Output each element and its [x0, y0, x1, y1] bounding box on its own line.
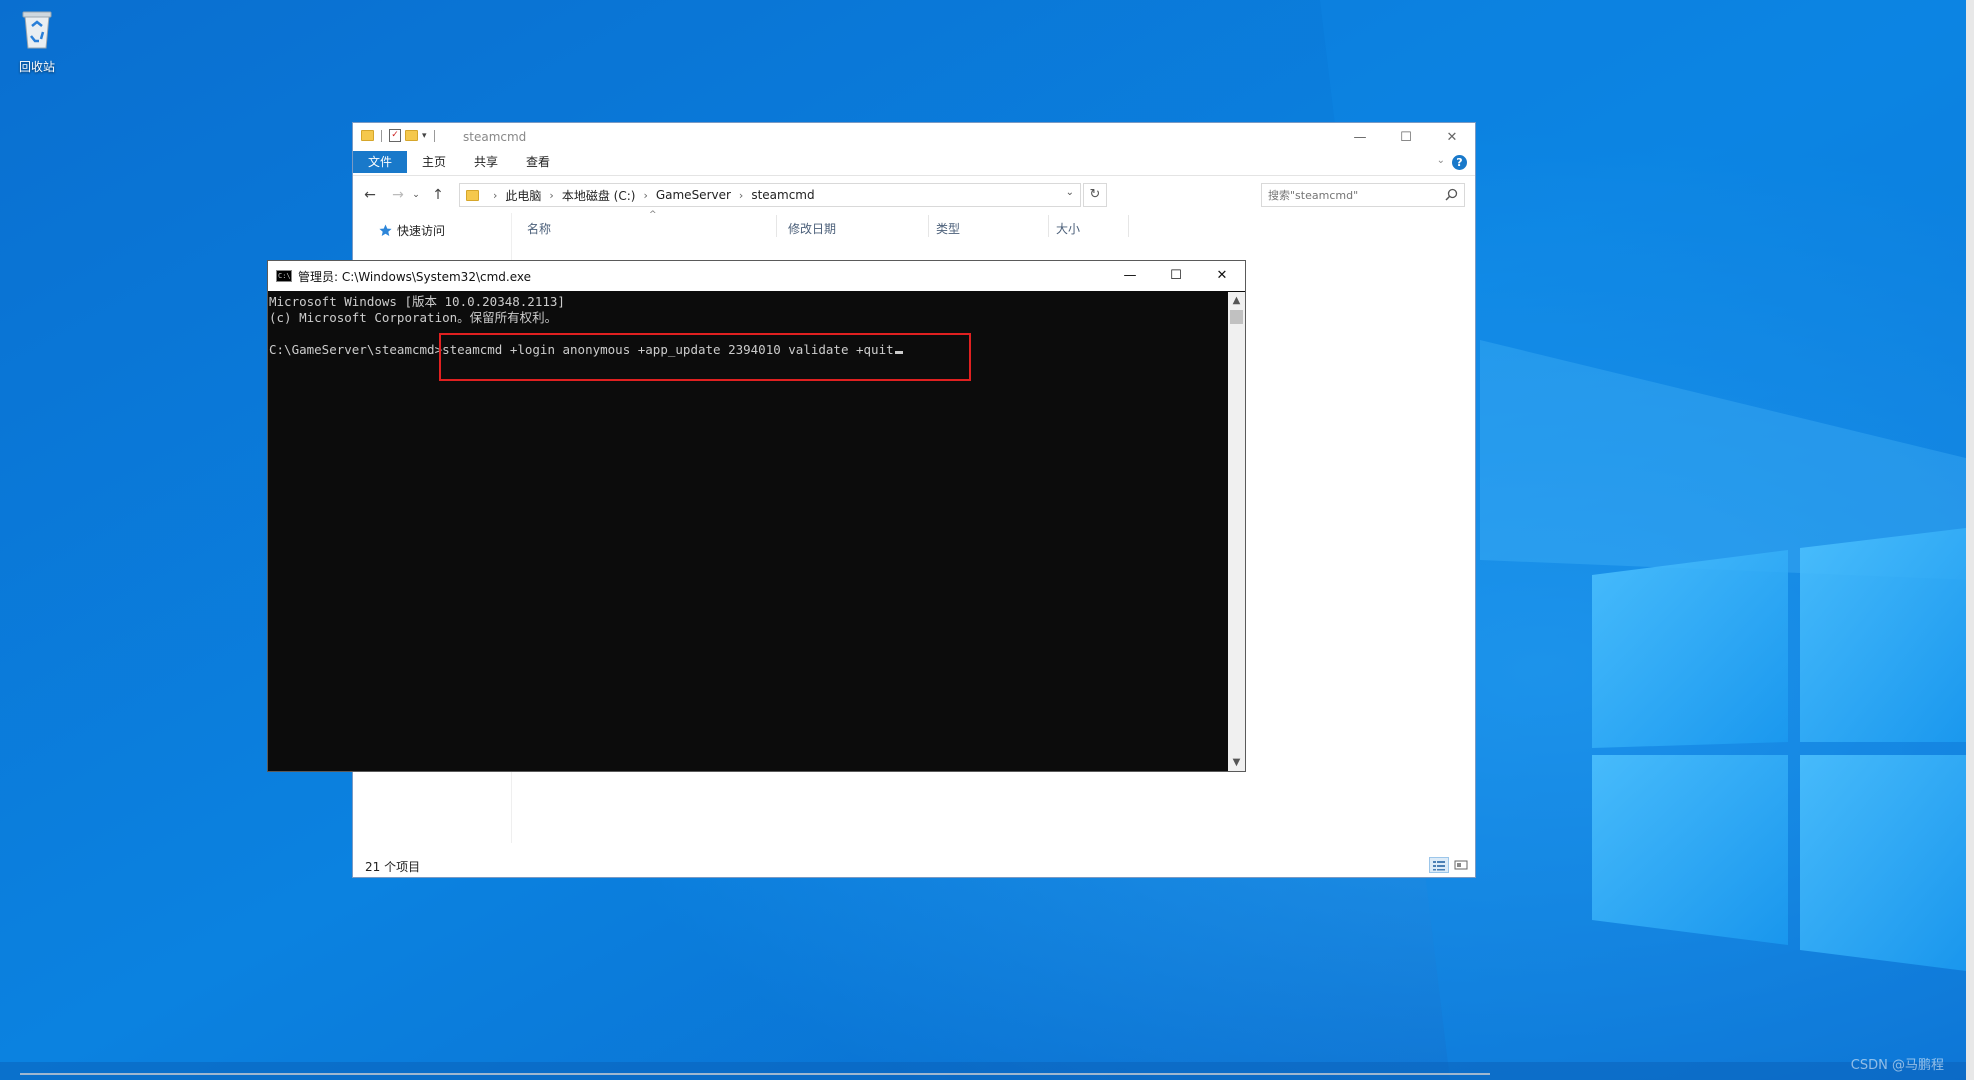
minimize-icon: —	[1353, 129, 1367, 145]
breadcrumb-this-pc[interactable]: 此电脑	[505, 187, 541, 204]
cmd-window-title: 管理员: C:\Windows\System32\cmd.exe	[298, 270, 531, 284]
star-icon	[379, 224, 392, 236]
column-date-modified[interactable]: 修改日期	[788, 220, 836, 237]
search-icon[interactable]	[1445, 188, 1458, 201]
console-output[interactable]: Microsoft Windows [版本 10.0.20348.2113] (…	[268, 292, 1228, 771]
maximize-button[interactable]: ☐	[1383, 123, 1429, 151]
divider[interactable]	[776, 215, 777, 237]
refresh-icon[interactable]: ↻	[1083, 183, 1107, 207]
scroll-up-icon[interactable]: ▲	[1228, 292, 1245, 309]
details-view-button[interactable]	[1429, 857, 1449, 873]
customize-toolbar-icon[interactable]: ▾	[422, 131, 427, 141]
chevron-right-icon[interactable]: ›	[549, 189, 553, 202]
console-command[interactable]: steamcmd +login anonymous +app_update 23…	[442, 342, 894, 357]
screen-edge	[1966, 0, 1974, 1080]
divider	[381, 129, 382, 142]
ribbon-tabs: 文件 主页 共享 查看 ⌄ ?	[353, 151, 1475, 176]
scroll-thumb[interactable]	[1230, 310, 1243, 324]
recycle-bin-shortcut[interactable]: 回收站	[8, 6, 66, 75]
status-bar: 21 个项目	[353, 853, 1475, 877]
window-title: steamcmd	[463, 130, 527, 144]
tab-share[interactable]: 共享	[463, 151, 509, 173]
divider	[433, 129, 435, 142]
breadcrumb-gameserver[interactable]: GameServer	[656, 188, 731, 202]
large-icons-view-button[interactable]	[1451, 857, 1471, 873]
recent-locations-icon[interactable]: ⌄	[407, 186, 425, 204]
back-arrow-icon[interactable]: ←	[361, 186, 379, 204]
breadcrumb-local-disk[interactable]: 本地磁盘 (C:)	[562, 187, 636, 204]
column-type[interactable]: 类型	[936, 220, 960, 237]
cmd-window[interactable]: C:\ 管理员: C:\Windows\System32\cmd.exe — ☐…	[267, 260, 1246, 772]
text-cursor	[894, 351, 903, 354]
caption-buttons: — ☐ ✕	[1337, 123, 1475, 151]
tab-file[interactable]: 文件	[353, 151, 407, 173]
quick-access-toolbar: ✓ ▾	[361, 129, 438, 142]
details-view-icon	[1433, 861, 1445, 871]
column-name[interactable]: 名称	[527, 220, 551, 237]
console-icon: C:\	[276, 270, 292, 282]
chevron-right-icon[interactable]: ›	[643, 189, 647, 202]
folder-icon	[466, 189, 479, 201]
properties-icon[interactable]: ✓	[389, 129, 401, 142]
logo-pane	[1800, 755, 1974, 972]
console-line: Microsoft Windows [版本 10.0.20348.2113]	[269, 294, 565, 309]
navigation-bar: ← → ⌄ ↑ › 此电脑 › 本地磁盘 (C:) › GameServer ›…	[353, 177, 1475, 213]
maximize-icon: ☐	[1170, 267, 1182, 283]
chevron-right-icon[interactable]: ›	[493, 189, 497, 202]
logo-pane	[1592, 550, 1788, 748]
console-prompt: C:\GameServer\steamcmd>	[269, 342, 443, 357]
minimize-icon: —	[1123, 267, 1137, 283]
divider[interactable]	[928, 215, 929, 237]
breadcrumb-steamcmd[interactable]: steamcmd	[751, 188, 814, 202]
column-size[interactable]: 大小	[1056, 220, 1080, 237]
scroll-down-icon[interactable]: ▼	[1228, 754, 1245, 771]
close-button[interactable]: ✕	[1199, 261, 1245, 289]
item-count: 21 个项目	[365, 860, 421, 874]
console-line: (c) Microsoft Corporation。保留所有权利。	[269, 310, 558, 325]
up-arrow-icon[interactable]: ↑	[429, 186, 447, 204]
column-headers: ^ 名称 修改日期 类型 大小	[511, 210, 1475, 239]
forward-arrow-icon[interactable]: →	[389, 186, 407, 204]
folder-icon	[361, 130, 374, 141]
recycle-bin-label: 回收站	[18, 60, 55, 74]
chevron-down-icon[interactable]: ⌄	[1066, 187, 1074, 198]
minimize-button[interactable]: —	[1337, 123, 1383, 151]
console-prompt-line[interactable]: C:\GameServer\steamcmd>steamcmd +login a…	[269, 342, 1228, 358]
desktop: 回收站 ✓ ▾ steamcmd — ☐ ✕ 文件 主页 共享 查看 ⌄ ? ←…	[0, 0, 1974, 1080]
cmd-titlebar[interactable]: C:\ 管理员: C:\Windows\System32\cmd.exe — ☐…	[268, 261, 1245, 291]
sidebar-item-quick-access[interactable]: 快速访问	[379, 222, 445, 239]
address-bar[interactable]: › 此电脑 › 本地磁盘 (C:) › GameServer › steamcm…	[459, 183, 1081, 207]
tab-view[interactable]: 查看	[515, 151, 561, 173]
chevron-right-icon[interactable]: ›	[739, 189, 743, 202]
close-icon: ✕	[1446, 129, 1458, 145]
sidebar-item-label: 快速访问	[397, 224, 446, 238]
divider	[20, 1073, 1490, 1075]
close-icon: ✕	[1216, 267, 1228, 283]
sort-ascending-icon: ^	[649, 210, 657, 220]
caption-buttons: — ☐ ✕	[1107, 261, 1245, 289]
scrollbar[interactable]: ▲ ▼	[1228, 292, 1245, 771]
search-box[interactable]	[1261, 183, 1465, 207]
minimize-button[interactable]: —	[1107, 261, 1153, 289]
explorer-titlebar[interactable]: ✓ ▾ steamcmd — ☐ ✕	[353, 123, 1475, 151]
chevron-down-icon[interactable]: ⌄	[1437, 155, 1445, 166]
maximize-button[interactable]: ☐	[1153, 261, 1199, 289]
logo-pane	[1592, 755, 1788, 945]
tab-home[interactable]: 主页	[411, 151, 457, 173]
search-input[interactable]	[1268, 187, 1438, 203]
logo-pane	[1800, 527, 1974, 742]
divider[interactable]	[1048, 215, 1049, 237]
recycle-bin-icon	[22, 11, 52, 49]
maximize-icon: ☐	[1400, 129, 1412, 145]
new-folder-icon[interactable]	[405, 130, 418, 141]
watermark: CSDN @马鹏程	[1850, 1058, 1944, 1073]
close-button[interactable]: ✕	[1429, 123, 1475, 151]
divider[interactable]	[1128, 215, 1129, 237]
large-icons-view-icon	[1454, 860, 1468, 870]
help-icon[interactable]: ?	[1452, 155, 1467, 170]
